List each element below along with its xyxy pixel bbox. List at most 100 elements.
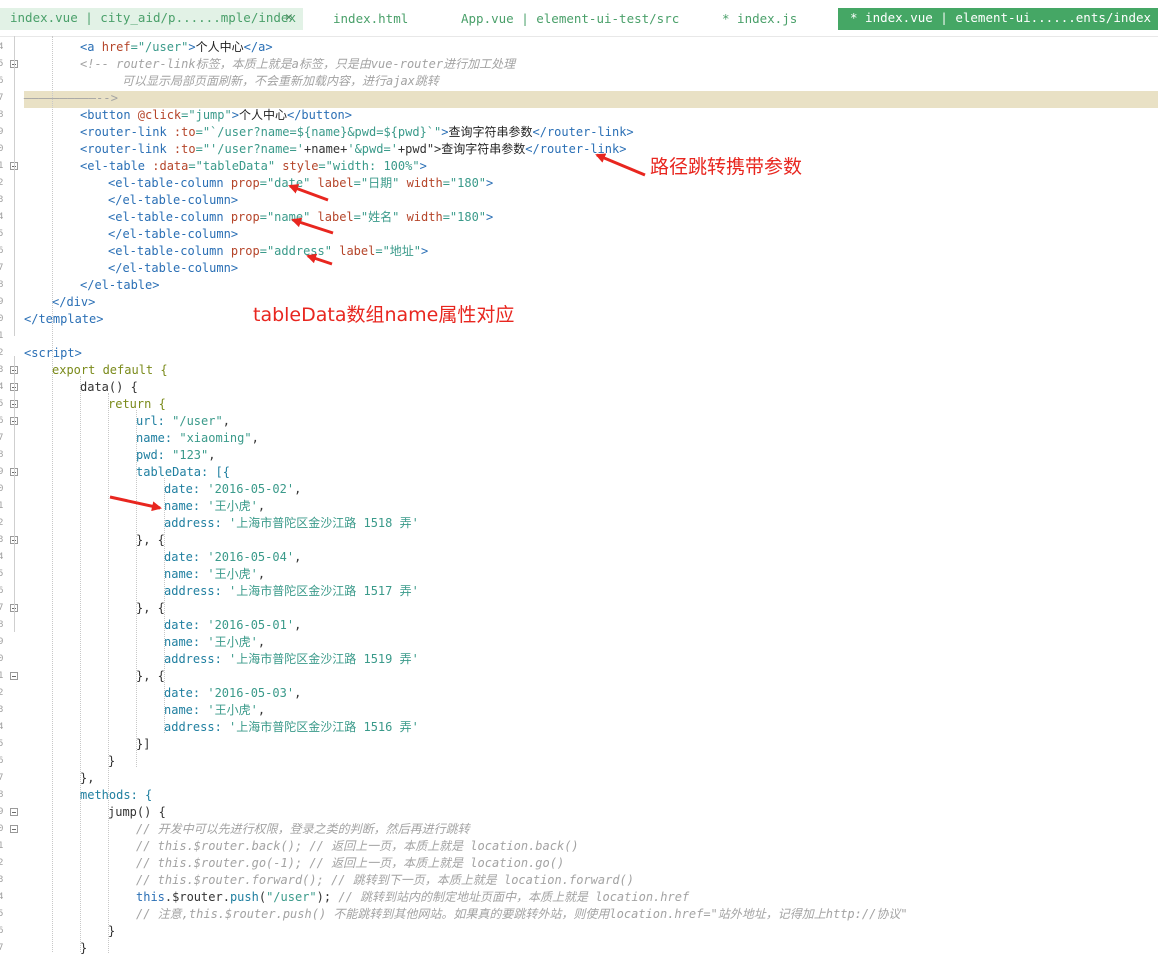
code-comment: // 注意,this.$router.push() 不能跳转到其他网站。如果真的… bbox=[136, 907, 908, 921]
tab-label: App.vue | element-ui-test/src bbox=[461, 11, 680, 26]
arrow-to-name-field bbox=[109, 495, 162, 512]
line-number: 4 bbox=[0, 382, 4, 392]
code-line-row-name: name: '王小虎', bbox=[164, 499, 266, 513]
code-line-row-address: address: '上海市普陀区金沙江路 1518 弄' bbox=[164, 516, 419, 530]
line-number: 0 bbox=[0, 144, 4, 154]
fold-guide bbox=[14, 356, 15, 632]
line-number: 0 bbox=[0, 314, 4, 324]
line-number: 5 bbox=[0, 739, 4, 749]
line-number: 1 bbox=[0, 501, 4, 511]
code-line-export: export default { bbox=[52, 363, 168, 377]
line-number: 7 bbox=[0, 93, 4, 103]
code-line-row-name: name: '王小虎', bbox=[164, 635, 266, 649]
line-number: 3 bbox=[0, 365, 4, 375]
tab-index-js[interactable]: * index.js bbox=[722, 9, 797, 29]
line-number: 9 bbox=[0, 297, 4, 307]
line-number: 1 bbox=[0, 161, 4, 171]
line-number: 2 bbox=[0, 178, 4, 188]
line-number: 5 bbox=[0, 229, 4, 239]
line-number: 1 bbox=[0, 671, 4, 681]
tab-app-vue[interactable]: App.vue | element-ui-test/src bbox=[461, 9, 679, 29]
code-line-row-address: address: '上海市普陀区金沙江路 1519 弄' bbox=[164, 652, 419, 666]
code-line-brace: } bbox=[108, 924, 116, 938]
tab-index-html[interactable]: index.html bbox=[333, 9, 408, 29]
code-line-tabledata: tableData: [{ bbox=[136, 465, 230, 479]
line-number: 5 bbox=[0, 59, 4, 69]
code-line-router-link-1: <router-link :to="`/user?name=${name}&pw… bbox=[80, 125, 634, 139]
tab-label: * index.vue | element-ui......ents/index bbox=[850, 10, 1152, 25]
code-line-brace: } bbox=[108, 754, 116, 768]
line-number: 2 bbox=[0, 518, 4, 528]
line-number: 2 bbox=[0, 858, 4, 868]
tab-label: index.html bbox=[333, 11, 409, 26]
arrow-to-router-link bbox=[595, 153, 646, 177]
line-number: 3 bbox=[0, 535, 4, 545]
code-line-column-close: </el-table-column> bbox=[108, 193, 239, 207]
code-line-methods: methods: { bbox=[80, 788, 153, 802]
code-line-column-name: <el-table-column prop="name" label="姓名" … bbox=[108, 210, 494, 224]
code-line-row-name: name: '王小虎', bbox=[164, 703, 266, 717]
code-line-router-link-2: <router-link :to="'/user?name='+name+'&p… bbox=[80, 142, 627, 156]
line-number: 2 bbox=[0, 348, 4, 358]
annotation-route-params: 路径跳转携带参数 bbox=[650, 156, 803, 178]
code-comment-end: ——————————--> bbox=[24, 91, 118, 105]
code-comment: // 开发中可以先进行权限，登录之类的判断，然后再进行跳转 bbox=[136, 822, 470, 836]
line-number: 4 bbox=[0, 552, 4, 562]
code-line-column-date: <el-table-column prop="date" label="日期" … bbox=[108, 176, 494, 190]
line-number: 7 bbox=[0, 943, 4, 953]
line-number: 1 bbox=[0, 331, 4, 341]
code-line-button: <button @click="jump">个人中心</button> bbox=[80, 108, 353, 122]
line-number: 7 bbox=[0, 773, 4, 783]
indent-guide bbox=[80, 376, 82, 952]
code-line-row-sep: }, { bbox=[136, 601, 165, 615]
tab-label: * index.js bbox=[722, 11, 798, 26]
gutter: 4 5 6 7 8 9 0 1 2 3 4 5 6 7 8 9 0 1 2 3 4 5 6 7 8 9 0 1 2 3 4 5 6 7 8 9 0 1 2 3… bbox=[0, 36, 24, 953]
code-line-pwd: pwd: "123", bbox=[136, 448, 216, 462]
code-comment: 可以显示局部页面刷新，不会重新加载内容，进行ajax跳转 bbox=[122, 74, 439, 88]
line-number: 9 bbox=[0, 467, 4, 477]
line-number: 0 bbox=[0, 484, 4, 494]
current-line-highlight bbox=[24, 91, 1158, 108]
line-number: 5 bbox=[0, 909, 4, 919]
code-line-column-close: </el-table-column> bbox=[108, 227, 239, 241]
code-line-div-close: </div> bbox=[52, 295, 96, 309]
code-line-data: data() { bbox=[80, 380, 138, 394]
code-line-brace: }, bbox=[80, 771, 95, 785]
indent-guide bbox=[52, 36, 54, 952]
line-number: 2 bbox=[0, 688, 4, 698]
code-line-name: name: "xiaoming", bbox=[136, 431, 259, 445]
close-icon[interactable]: ✕ bbox=[285, 8, 293, 28]
line-number: 6 bbox=[0, 76, 4, 86]
code-line-column-close: </el-table-column> bbox=[108, 261, 239, 275]
code-line-column-address: <el-table-column prop="address" label="地… bbox=[108, 244, 429, 258]
fold-toggle-icon[interactable] bbox=[10, 808, 18, 816]
line-number: 3 bbox=[0, 875, 4, 885]
fold-toggle-icon[interactable] bbox=[10, 672, 18, 680]
line-number: 3 bbox=[0, 195, 4, 205]
line-number: 8 bbox=[0, 110, 4, 120]
line-number: 6 bbox=[0, 756, 4, 766]
fold-toggle-icon[interactable] bbox=[10, 825, 18, 833]
code-line-row-sep: }, { bbox=[136, 669, 165, 683]
code-line-el-table-close: </el-table> bbox=[80, 278, 160, 292]
tab-index-vue-city-aid[interactable]: index.vue | city_aid/p......mple/index ✕ bbox=[0, 8, 303, 30]
code-comment: // this.$router.go(-1); // 返回上一页，本质上就是 l… bbox=[136, 856, 565, 870]
code-line-jump: jump() { bbox=[108, 805, 166, 819]
line-number: 7 bbox=[0, 603, 4, 613]
line-number: 8 bbox=[0, 620, 4, 630]
line-number: 0 bbox=[0, 824, 4, 834]
tab-bar: index.vue | city_aid/p......mple/index ✕… bbox=[0, 0, 1158, 37]
line-number: 8 bbox=[0, 450, 4, 460]
tab-label: index.vue | city_aid/p......mple/index bbox=[10, 10, 296, 25]
tab-index-vue-element-ui[interactable]: * index.vue | element-ui......ents/index bbox=[838, 8, 1158, 30]
code-line-row-date: date: '2016-05-01', bbox=[164, 618, 302, 632]
code-line-brace: } bbox=[80, 941, 88, 955]
code-line-router-push: this.$router.push("/user"); // 跳转到站内的制定地… bbox=[136, 890, 690, 904]
line-number: 8 bbox=[0, 280, 4, 290]
line-number: 7 bbox=[0, 263, 4, 273]
line-number: 4 bbox=[0, 722, 4, 732]
line-number: 9 bbox=[0, 637, 4, 647]
line-number: 6 bbox=[0, 586, 4, 596]
line-number: 6 bbox=[0, 246, 4, 256]
line-number: 6 bbox=[0, 926, 4, 936]
